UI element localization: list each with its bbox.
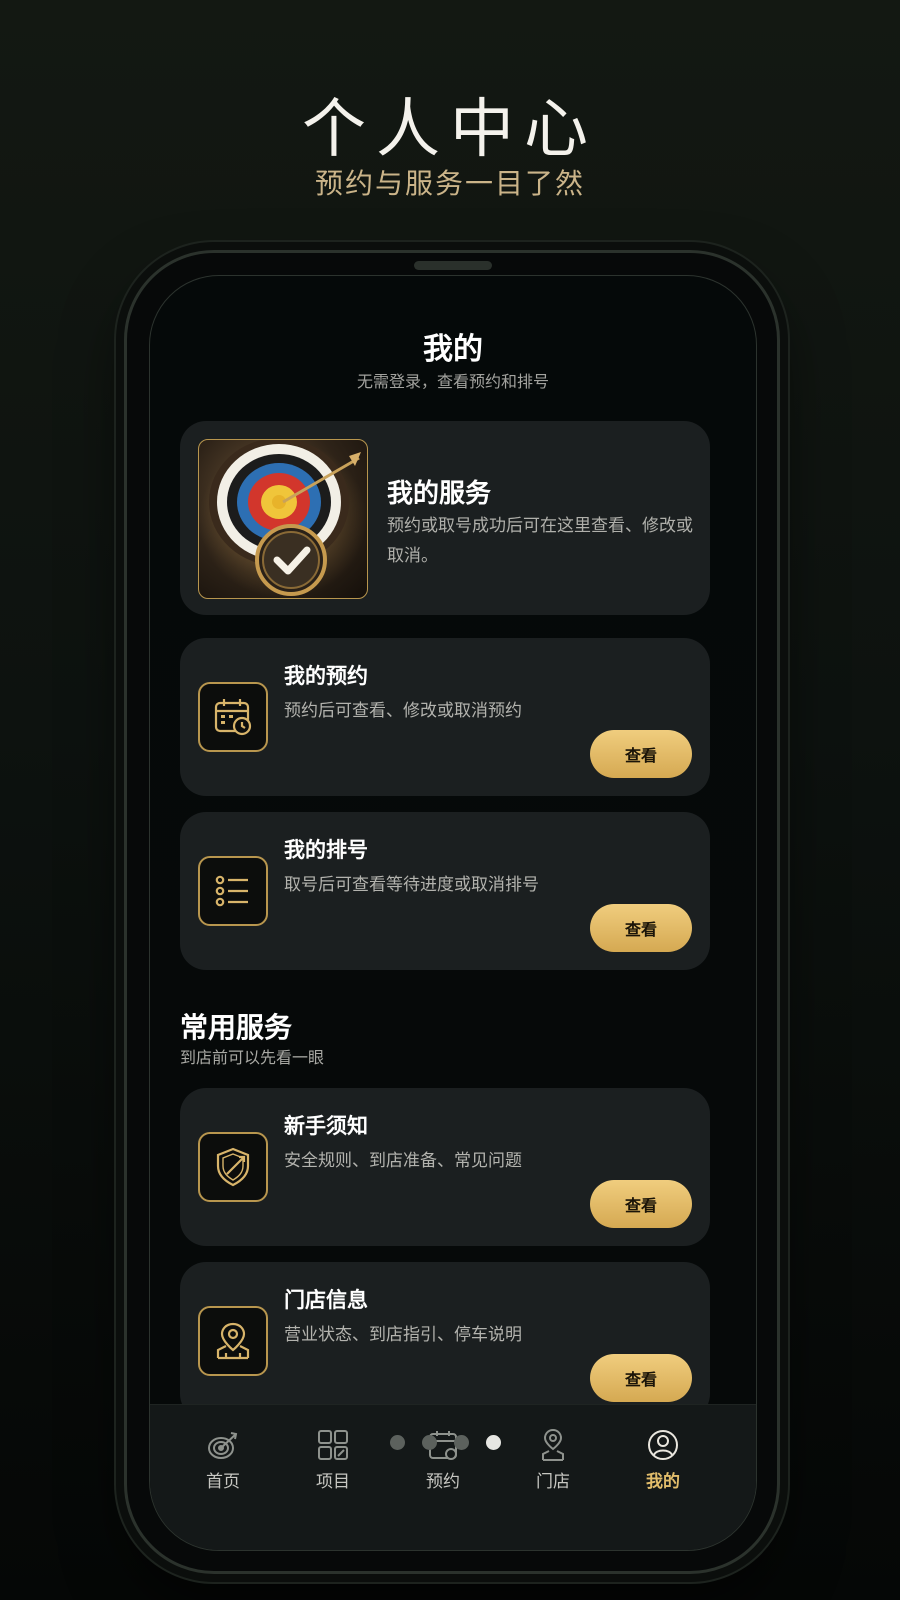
page-indicator-dot (422, 1435, 437, 1450)
hero-title: 个人中心 (302, 93, 598, 167)
location-person-icon (498, 1425, 608, 1465)
grid-icon (278, 1425, 388, 1465)
section-title: 常用服务 (180, 1011, 293, 1044)
tab-mine[interactable]: 我的 (608, 1425, 718, 1492)
phone-frame: 我的 无需登录，查看预约和排号 我的服务 预约或取号成功后可在这里查看、修改或取… (124, 250, 780, 1574)
page-indicator-dot (454, 1435, 469, 1450)
my-service-title: 我的服务 (387, 479, 492, 509)
my-reservation-title: 我的预约 (284, 664, 368, 688)
tab-booking[interactable]: 预约 (388, 1425, 498, 1492)
tab-home-label: 首页 (206, 1472, 240, 1492)
page-indicator-dot (390, 1435, 405, 1450)
calendar-clock-icon (198, 682, 268, 752)
view-queue-button[interactable]: 查看 (590, 904, 692, 952)
archery-target-image (198, 439, 368, 599)
view-store-button[interactable]: 查看 (590, 1354, 692, 1402)
my-reservation-card: 我的预约 预约后可查看、修改或取消预约 查看 (180, 638, 710, 796)
store-location-icon (198, 1306, 268, 1376)
view-guide-button[interactable]: 查看 (590, 1180, 692, 1228)
beginner-guide-card: 新手须知 安全规则、到店准备、常见问题 查看 (180, 1088, 710, 1246)
my-reservation-description: 预约后可查看、修改或取消预约 (284, 701, 522, 721)
tab-store-label: 门店 (536, 1472, 570, 1492)
beginner-guide-title: 新手须知 (284, 1114, 368, 1138)
my-service-description: 预约或取号成功后可在这里查看、修改或取消。 (387, 516, 693, 566)
page-title: 我的 (423, 332, 483, 367)
tab-store[interactable]: 门店 (498, 1425, 608, 1492)
phone-speaker (414, 261, 492, 270)
tab-projects-label: 项目 (316, 1472, 350, 1492)
shield-arrow-icon (198, 1132, 268, 1202)
phone-screen: 我的 无需登录，查看预约和排号 我的服务 预约或取号成功后可在这里查看、修改或取… (149, 275, 757, 1551)
tab-mine-label: 我的 (646, 1472, 680, 1492)
tab-booking-label: 预约 (426, 1472, 460, 1492)
beginner-guide-description: 安全规则、到店准备、常见问题 (284, 1151, 522, 1171)
tab-projects[interactable]: 项目 (278, 1425, 388, 1492)
target-icon (168, 1425, 278, 1465)
my-service-card[interactable]: 我的服务 预约或取号成功后可在这里查看、修改或取消。 (180, 421, 710, 615)
hero-subtitle: 预约与服务一目了然 (314, 167, 585, 200)
page-indicator-dot-active (486, 1435, 501, 1450)
page-subtitle: 无需登录，查看预约和排号 (356, 372, 549, 391)
store-info-card: 门店信息 营业状态、到店指引、停车说明 查看 (180, 1262, 710, 1420)
view-reservation-button[interactable]: 查看 (590, 730, 692, 778)
section-subtitle: 到店前可以先看一眼 (180, 1048, 325, 1067)
user-icon (608, 1425, 718, 1465)
store-info-title: 门店信息 (284, 1288, 368, 1312)
tab-home[interactable]: 首页 (168, 1425, 278, 1492)
list-icon (198, 856, 268, 926)
store-info-description: 营业状态、到店指引、停车说明 (284, 1325, 522, 1345)
my-queue-description: 取号后可查看等待进度或取消排号 (284, 875, 539, 895)
my-queue-title: 我的排号 (284, 838, 368, 862)
my-queue-card: 我的排号 取号后可查看等待进度或取消排号 查看 (180, 812, 710, 970)
bottom-tab-bar: 首页 项目 预约 门店 我的 (150, 1404, 756, 1550)
